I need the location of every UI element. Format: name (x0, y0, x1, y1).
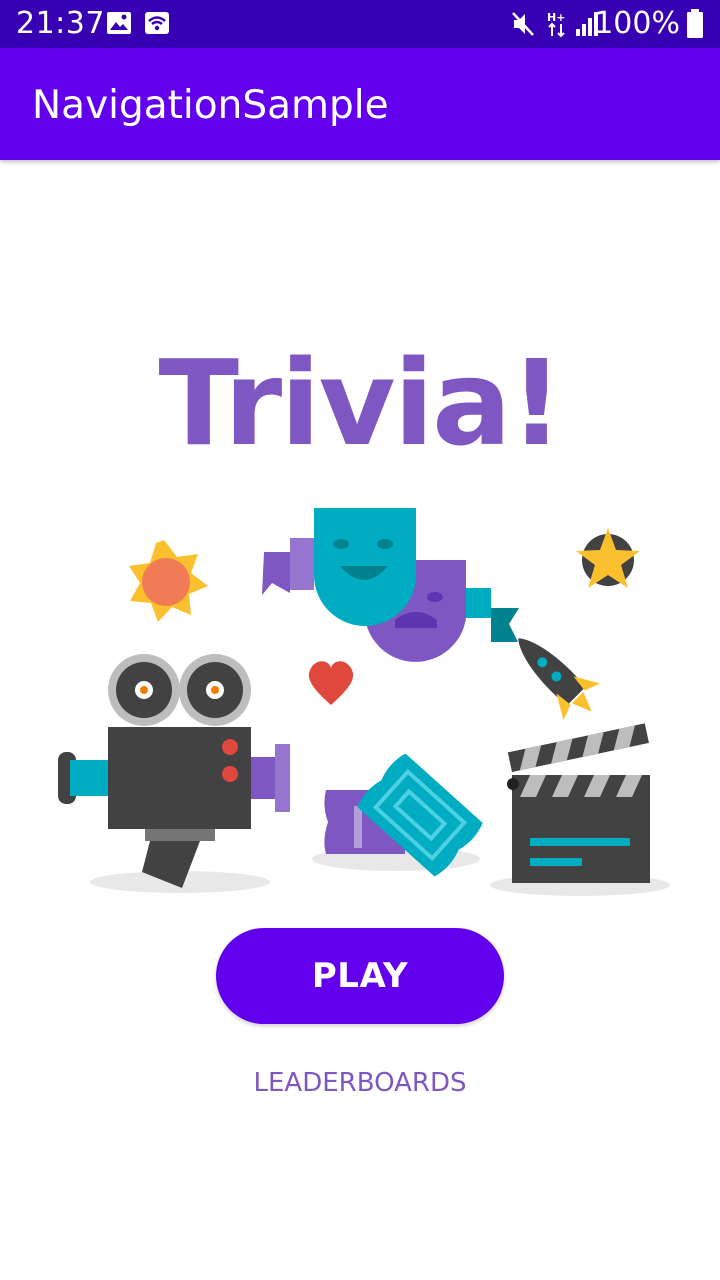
tickets-icon (312, 753, 483, 877)
svg-text:H+: H+ (547, 11, 565, 24)
rocket-icon (518, 638, 601, 721)
heart-icon (308, 661, 354, 705)
movie-camera-icon (58, 654, 290, 893)
mute-icon (510, 10, 536, 43)
app-title: NavigationSample (32, 83, 389, 128)
trivia-illustration (58, 508, 670, 896)
leaderboards-link[interactable]: LEADERBOARDS (0, 1062, 720, 1104)
data-icon: H+ (546, 10, 568, 43)
trivia-heading: Trivia! (158, 334, 564, 472)
battery-icon (686, 9, 704, 44)
wifi-icon (144, 10, 170, 41)
clapperboard-icon (490, 723, 670, 896)
drama-masks-icon (262, 508, 519, 662)
status-time: 21:37 (16, 6, 105, 41)
app-bar: NavigationSample (0, 48, 720, 160)
play-button[interactable]: PLAY (216, 928, 504, 1024)
status-bar: 21:37 H+ 100% (0, 0, 720, 48)
burst-icon (129, 540, 208, 622)
star-icon (576, 528, 640, 588)
image-icon (106, 10, 132, 41)
battery-percentage: 100% (594, 6, 680, 41)
main-content: Trivia! PLAY LEADERBOARDS (0, 160, 720, 1280)
